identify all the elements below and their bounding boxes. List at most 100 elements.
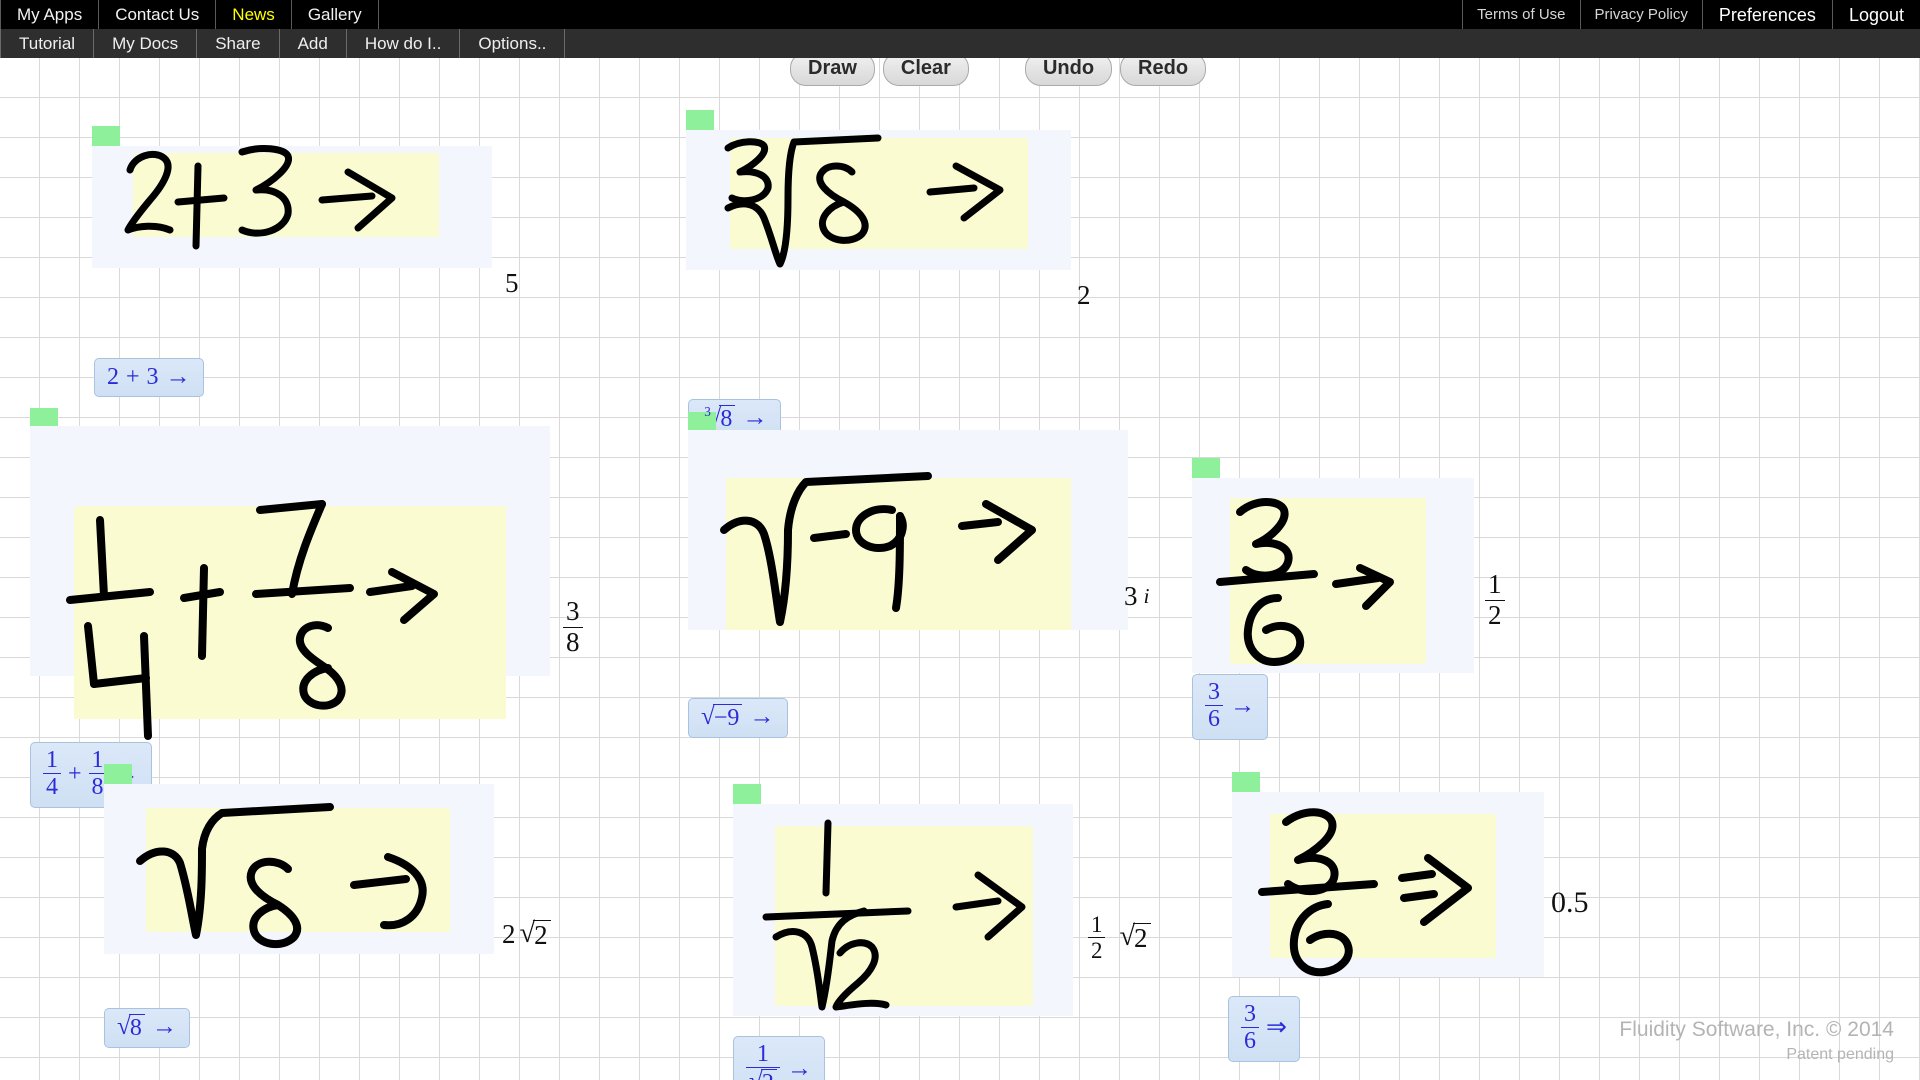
handwriting-strokes-sqrt-neg-9 <box>720 472 1036 626</box>
nav-item-news[interactable]: News <box>216 0 292 29</box>
result-coefficient: 2 <box>502 919 516 949</box>
denominator: 8 <box>563 626 583 657</box>
result-radical: √ 2 <box>520 919 551 949</box>
result-value: 0.5 <box>1551 886 1589 919</box>
recognized-formula-chip-frac-3-6[interactable]: 3 6 → <box>1192 674 1269 740</box>
recognized-formula: 2 + 3 → <box>107 364 191 389</box>
recognized-formula-chip-sqrt-8[interactable]: √ 8 → <box>104 1008 191 1048</box>
operator-plus: + <box>68 760 82 787</box>
result-frac-sum: 3 8 <box>563 596 583 657</box>
double-arrow-icon: ⇒ <box>1266 1014 1288 1042</box>
nav-item-label: My Apps <box>17 5 83 24</box>
result-sqrt-neg-9: 3 i <box>1124 583 1150 610</box>
denominator: 6 <box>1241 1027 1259 1054</box>
radicand: −9 <box>712 704 743 730</box>
handwriting-strokes-frac-3-6-double <box>1258 808 1472 977</box>
result-radical: √ 2 <box>1119 923 1151 952</box>
footer-line-patent: Patent pending <box>1786 1046 1894 1064</box>
radical-expression: √ 8 <box>117 1014 145 1040</box>
recognized-formula: √ 8 → <box>117 1014 177 1040</box>
radicand: 8 <box>719 405 736 431</box>
top-navigation-bar: My Apps Contact Us News Gallery Terms of… <box>0 0 1920 29</box>
result-fraction: 1 2 <box>1485 569 1505 630</box>
result-value: 2 <box>1077 280 1091 310</box>
recognized-formula-chip-sqrt-neg-9[interactable]: √ −9 → <box>688 698 788 738</box>
imaginary-unit: i <box>1143 583 1150 608</box>
footer-line-company: Fluidity Software, Inc. © 2014 <box>1619 1018 1894 1042</box>
denominator: 2 <box>1485 599 1505 630</box>
arrow-icon: → <box>749 703 775 731</box>
menu-item-label: Share <box>215 34 261 53</box>
numerator: 3 <box>566 596 580 626</box>
result-cuberoot-8: 2 <box>1077 282 1091 309</box>
numerator: 1 <box>1488 569 1502 599</box>
top-nav-right-group: Terms of Use Privacy Policy Preferences … <box>1462 0 1920 29</box>
arrow-icon: → <box>786 1055 813 1080</box>
handwriting-strokes-sum-2-3 <box>124 145 396 250</box>
radicand: 2 <box>533 920 551 949</box>
menu-item-label: Tutorial <box>19 34 76 53</box>
handwriting-strokes-frac-3-6 <box>1216 498 1394 666</box>
menu-item-label: My Docs <box>112 34 179 53</box>
denominator-radical: √ 2 <box>749 1069 777 1080</box>
recognized-formula-chip-sum-2-3[interactable]: 2 + 3 → <box>94 358 204 398</box>
recognized-formula: 3 6 ⇒ <box>1241 1002 1287 1054</box>
result-frac-3-6: 1 2 <box>1485 569 1505 630</box>
radicand: 8 <box>128 1014 145 1040</box>
menu-item-label: Add <box>297 34 328 53</box>
numerator: 1 <box>756 1041 769 1067</box>
menu-item-share[interactable]: Share <box>197 29 280 58</box>
top-nav-left-group: My Apps Contact Us News Gallery <box>0 0 379 29</box>
numerator: 3 <box>1208 679 1220 705</box>
handwriting-strokes-sqrt-8 <box>136 803 427 949</box>
grid-canvas[interactable]: 2 + 3 → 5 3 √ 8 <box>0 58 1920 1080</box>
footer-copyright: Fluidity Software, Inc. © 2014 Patent pe… <box>1619 1016 1894 1066</box>
menu-item-add[interactable]: Add <box>280 29 347 58</box>
menu-item-label: Options.. <box>478 34 547 53</box>
recognized-formula-chip-frac-3-6-double[interactable]: 3 6 ⇒ <box>1228 996 1301 1062</box>
nav-item-terms-of-use[interactable]: Terms of Use <box>1462 0 1581 29</box>
fraction-a: 1 4 <box>43 748 61 800</box>
result-frac-3-6-double: 0.5 <box>1551 888 1589 918</box>
arrow-icon: → <box>151 1013 178 1041</box>
numerator: 3 <box>1244 1001 1256 1027</box>
numerator: 1 <box>46 747 58 773</box>
nav-item-preferences[interactable]: Preferences <box>1703 0 1833 29</box>
nav-item-label: Preferences <box>1718 4 1816 25</box>
recognized-formula: 1 √ 2 → <box>746 1042 812 1080</box>
result-fraction: 1 2 <box>1088 913 1106 963</box>
denominator: √ 2 <box>746 1067 780 1080</box>
nav-item-label: Gallery <box>307 5 362 24</box>
result-sum-2-3: 5 <box>505 270 519 297</box>
menu-item-options[interactable]: Options.. <box>460 29 566 58</box>
nav-item-my-apps[interactable]: My Apps <box>0 0 100 29</box>
nav-item-contact-us[interactable]: Contact Us <box>99 0 217 29</box>
fraction: 1 √ 2 <box>746 1042 780 1080</box>
result-fraction: 3 8 <box>563 596 583 657</box>
nav-item-logout[interactable]: Logout <box>1833 0 1920 29</box>
result-coefficient: 3 <box>1124 581 1138 611</box>
fraction: 3 6 <box>1241 1002 1259 1054</box>
menu-bar: Tutorial My Docs Share Add How do I.. Op… <box>0 29 1920 58</box>
nav-item-privacy-policy[interactable]: Privacy Policy <box>1581 0 1703 29</box>
nav-item-gallery[interactable]: Gallery <box>292 0 379 29</box>
nav-item-label: Logout <box>1848 4 1904 25</box>
menu-item-tutorial[interactable]: Tutorial <box>0 29 95 58</box>
menu-item-how-do-i[interactable]: How do I.. <box>347 29 461 58</box>
nav-item-label: Terms of Use <box>1477 6 1566 23</box>
arrow-icon: → <box>1230 692 1256 720</box>
menu-item-label: How do I.. <box>364 34 442 53</box>
radical-index: 3 <box>704 404 711 419</box>
recognized-formula: √ −9 → <box>701 704 775 730</box>
menu-item-my-docs[interactable]: My Docs <box>94 29 198 58</box>
nav-item-label: Contact Us <box>115 5 200 24</box>
denominator: 2 <box>1088 937 1106 963</box>
nav-item-label: News <box>232 5 275 24</box>
result-value: 5 <box>505 268 519 298</box>
result-one-over-sqrt-2: 1 2 √ 2 <box>1088 913 1151 963</box>
arrow-icon: → <box>165 363 191 390</box>
recognized-formula-chip-one-over-sqrt-2[interactable]: 1 √ 2 → <box>733 1036 826 1080</box>
radicand: 2 <box>1133 923 1151 952</box>
handwriting-strokes-one-over-sqrt-2 <box>762 819 1026 1011</box>
handwriting-strokes-frac-sum <box>66 500 438 740</box>
